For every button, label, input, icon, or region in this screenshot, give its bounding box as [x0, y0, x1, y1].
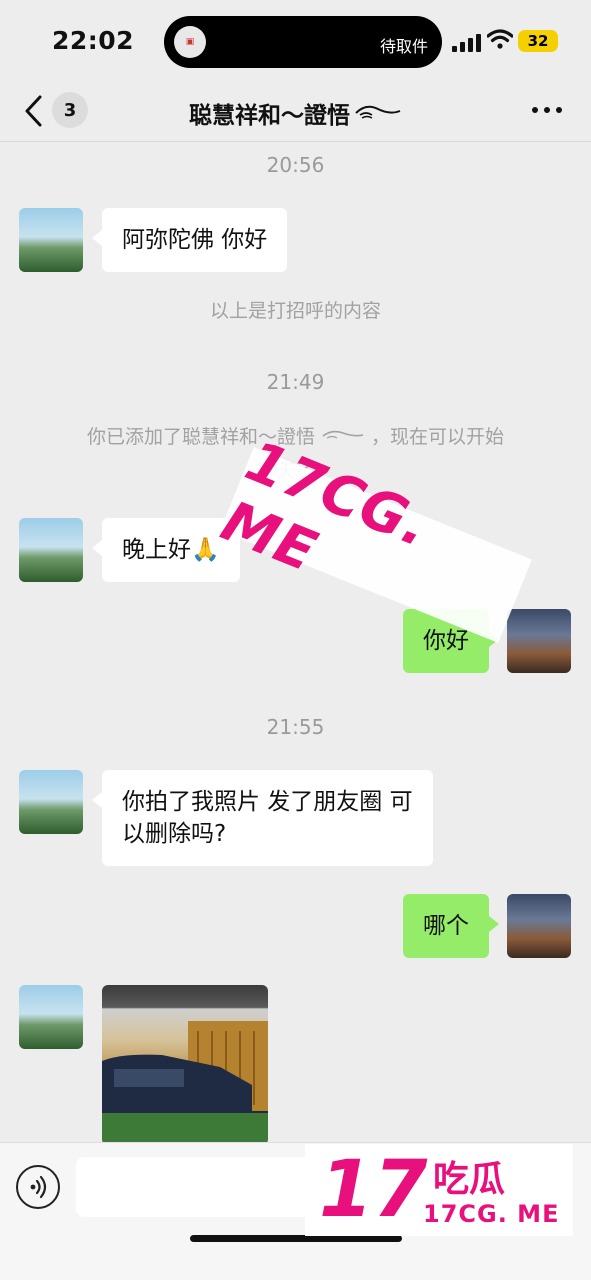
- status-bar: 22:02 ▣ 待取件 32: [0, 0, 591, 84]
- delivery-app-icon: ▣: [174, 26, 206, 58]
- my-avatar[interactable]: [507, 609, 571, 673]
- eye-doodle-icon: [322, 430, 364, 439]
- watermark-logo: 17 吃瓜 17CG. ME: [305, 1144, 573, 1236]
- timestamp: 21:55: [266, 715, 325, 739]
- cellular-signal-icon: [452, 34, 481, 52]
- eye-doodle-icon: [355, 105, 401, 119]
- contact-avatar[interactable]: [19, 985, 83, 1049]
- chat-title-text: 聪慧祥和～證悟: [189, 103, 350, 129]
- voice-input-button[interactable]: [16, 1165, 60, 1209]
- contact-avatar[interactable]: [19, 208, 83, 272]
- status-time: 22:02: [52, 26, 135, 55]
- message-list[interactable]: 20:56 阿弥陀佛 你好 以上是打招呼的内容 21:49 你已添加了聪慧祥和～…: [0, 142, 591, 1142]
- watermark-logo-domain: 17CG. ME: [423, 1200, 560, 1228]
- incoming-message[interactable]: 你拍了我照片 发了朋友圈 可 以删除吗?: [92, 770, 433, 866]
- system-text: ，现在可以开始: [371, 426, 505, 448]
- chat-header: 3 聪慧祥和～證悟: [0, 84, 591, 142]
- watermark-logo-text: 吃瓜: [433, 1159, 506, 1200]
- watermark-logo-number: 17: [319, 1145, 428, 1235]
- dynamic-island[interactable]: ▣ 待取件: [164, 16, 442, 68]
- island-status-text: 待取件: [380, 37, 429, 56]
- my-avatar[interactable]: [507, 894, 571, 958]
- outgoing-message[interactable]: 哪个: [403, 894, 499, 958]
- timestamp: 20:56: [266, 153, 325, 177]
- system-message: 以上是打招呼的内容: [209, 300, 381, 322]
- message-line: 以删除吗?: [122, 821, 227, 847]
- voice-icon: [30, 1175, 47, 1199]
- timestamp: 21:49: [266, 370, 325, 394]
- photo-thumbnail: [102, 1021, 268, 1142]
- contact-avatar[interactable]: [19, 518, 83, 582]
- battery-indicator: 32: [518, 30, 558, 52]
- image-message[interactable]: [102, 985, 268, 1142]
- more-options-icon[interactable]: [530, 98, 564, 122]
- incoming-message[interactable]: 阿弥陀佛 你好: [91, 208, 288, 272]
- chat-title: 聪慧祥和～證悟: [0, 96, 591, 130]
- message-line: 你拍了我照片 发了朋友圈 可: [122, 789, 413, 815]
- wifi-icon: [487, 29, 513, 49]
- contact-avatar[interactable]: [19, 770, 83, 834]
- home-indicator[interactable]: [190, 1235, 402, 1242]
